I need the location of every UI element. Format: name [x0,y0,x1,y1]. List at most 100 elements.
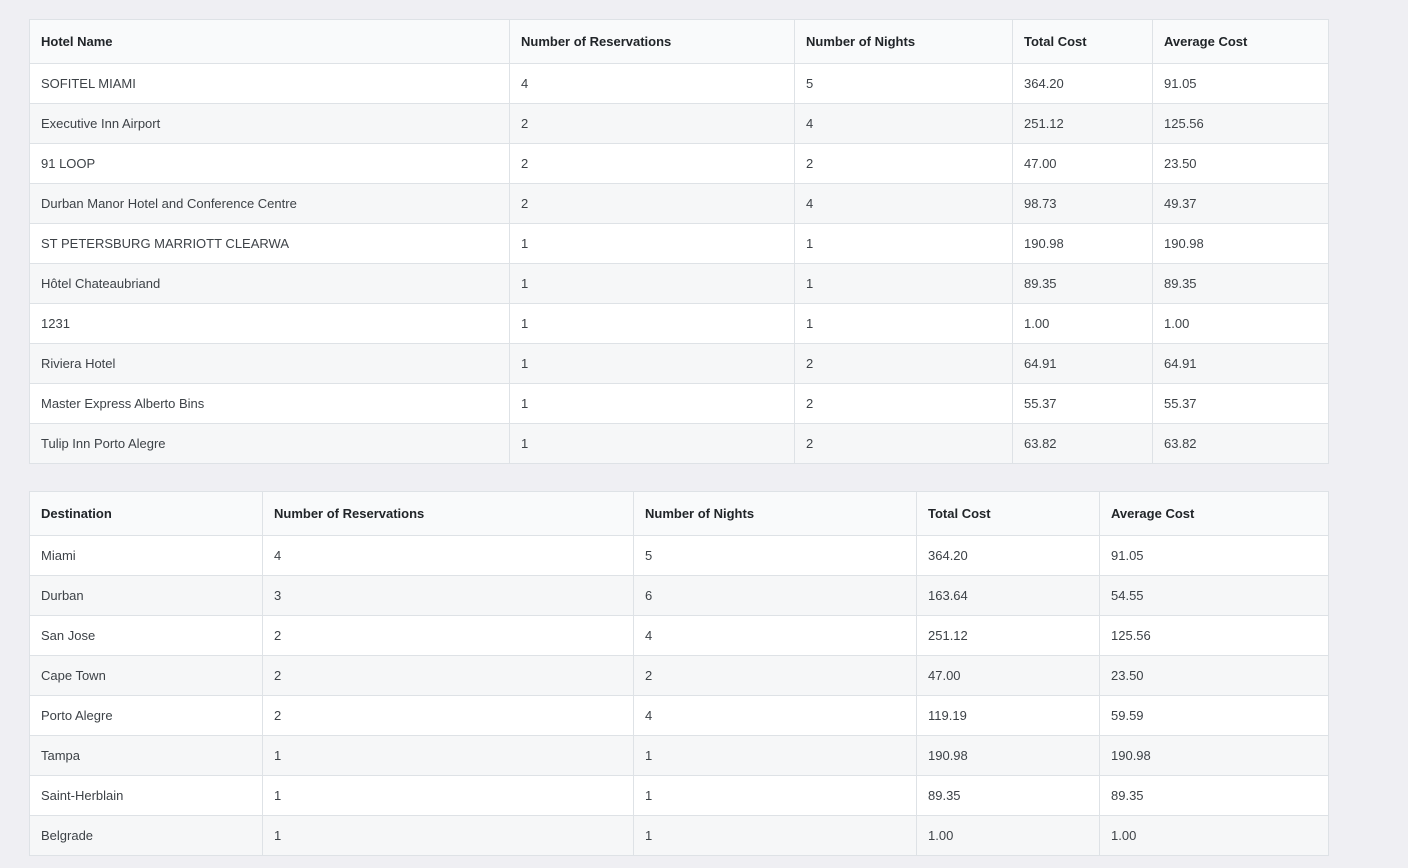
average-cost-cell: 190.98 [1099,735,1329,776]
average-cost-cell: 190.98 [1152,223,1329,264]
total-cost-cell: 89.35 [916,775,1100,816]
table-row: Master Express Alberto Bins 1 2 55.37 55… [29,383,1329,424]
total-cost-cell: 364.20 [1012,63,1153,104]
reservations-cell: 4 [509,63,795,104]
table-row: 91 LOOP 2 2 47.00 23.50 [29,143,1329,184]
total-cost-cell: 63.82 [1012,423,1153,464]
table-row: Riviera Hotel 1 2 64.91 64.91 [29,343,1329,384]
destination-cell: Porto Alegre [29,695,263,736]
table-row: 1231 1 1 1.00 1.00 [29,303,1329,344]
table-row: Miami 4 5 364.20 91.05 [29,535,1329,576]
average-cost-cell: 125.56 [1152,103,1329,144]
destination-cell: Belgrade [29,815,263,856]
nights-cell: 5 [794,63,1013,104]
nights-cell: 2 [794,383,1013,424]
destination-table-body: Miami 4 5 364.20 91.05 Durban 3 6 163.64… [29,535,1329,856]
average-cost-cell: 23.50 [1099,655,1329,696]
nights-cell: 5 [633,535,917,576]
reservations-cell: 4 [262,535,634,576]
nights-cell: 1 [794,263,1013,304]
hotel-name-cell: Riviera Hotel [29,343,510,384]
reservations-cell: 2 [262,655,634,696]
total-cost-cell: 251.12 [916,615,1100,656]
average-cost-cell: 89.35 [1099,775,1329,816]
destination-cell: Saint-Herblain [29,775,263,816]
header-row: Destination Number of Reservations Numbe… [29,491,1329,536]
hotel-name-cell: Executive Inn Airport [29,103,510,144]
hotel-name-cell: SOFITEL MIAMI [29,63,510,104]
nights-cell: 2 [633,655,917,696]
total-cost-cell: 55.37 [1012,383,1153,424]
column-header-total-cost[interactable]: Total Cost [916,491,1100,536]
table-row: San Jose 2 4 251.12 125.56 [29,615,1329,656]
reservations-cell: 1 [509,343,795,384]
average-cost-cell: 54.55 [1099,575,1329,616]
nights-cell: 4 [794,103,1013,144]
total-cost-cell: 47.00 [916,655,1100,696]
total-cost-cell: 251.12 [1012,103,1153,144]
column-header-total-cost[interactable]: Total Cost [1012,19,1153,64]
average-cost-cell: 59.59 [1099,695,1329,736]
average-cost-cell: 125.56 [1099,615,1329,656]
nights-cell: 2 [794,343,1013,384]
total-cost-cell: 364.20 [916,535,1100,576]
nights-cell: 4 [633,615,917,656]
hotel-name-cell: Tulip Inn Porto Alegre [29,423,510,464]
table-row: ST PETERSBURG MARRIOTT CLEARWA 1 1 190.9… [29,223,1329,264]
column-header-average-cost[interactable]: Average Cost [1152,19,1329,64]
table-row: Belgrade 1 1 1.00 1.00 [29,815,1329,856]
column-header-number-of-nights[interactable]: Number of Nights [633,491,917,536]
average-cost-cell: 55.37 [1152,383,1329,424]
destination-cell: Durban [29,575,263,616]
destination-table-header: Destination Number of Reservations Numbe… [29,491,1329,536]
destination-cell: Miami [29,535,263,576]
table-row: Durban Manor Hotel and Conference Centre… [29,183,1329,224]
reservations-cell: 2 [509,143,795,184]
table-row: SOFITEL MIAMI 4 5 364.20 91.05 [29,63,1329,104]
hotel-name-cell: Durban Manor Hotel and Conference Centre [29,183,510,224]
column-header-destination[interactable]: Destination [29,491,263,536]
nights-cell: 1 [633,815,917,856]
average-cost-cell: 91.05 [1099,535,1329,576]
table-row: Durban 3 6 163.64 54.55 [29,575,1329,616]
reservations-cell: 3 [262,575,634,616]
table-row: Tulip Inn Porto Alegre 1 2 63.82 63.82 [29,423,1329,464]
average-cost-cell: 1.00 [1099,815,1329,856]
total-cost-cell: 98.73 [1012,183,1153,224]
column-header-number-of-reservations[interactable]: Number of Reservations [509,19,795,64]
total-cost-cell: 64.91 [1012,343,1153,384]
reservations-cell: 1 [509,423,795,464]
reservations-cell: 1 [262,815,634,856]
reservations-cell: 1 [509,263,795,304]
table-row: Porto Alegre 2 4 119.19 59.59 [29,695,1329,736]
header-row: Hotel Name Number of Reservations Number… [29,19,1329,64]
hotel-name-cell: 1231 [29,303,510,344]
nights-cell: 6 [633,575,917,616]
hotel-report-table: Hotel Name Number of Reservations Number… [29,19,1329,464]
reservations-cell: 2 [262,695,634,736]
nights-cell: 1 [794,223,1013,264]
destination-cell: San Jose [29,615,263,656]
average-cost-cell: 64.91 [1152,343,1329,384]
hotel-name-cell: Master Express Alberto Bins [29,383,510,424]
destination-report-table: Destination Number of Reservations Numbe… [29,491,1329,856]
total-cost-cell: 163.64 [916,575,1100,616]
total-cost-cell: 1.00 [916,815,1100,856]
column-header-average-cost[interactable]: Average Cost [1099,491,1329,536]
column-header-number-of-nights[interactable]: Number of Nights [794,19,1013,64]
total-cost-cell: 190.98 [1012,223,1153,264]
nights-cell: 1 [794,303,1013,344]
table-row: Hôtel Chateaubriand 1 1 89.35 89.35 [29,263,1329,304]
table-row: Saint-Herblain 1 1 89.35 89.35 [29,775,1329,816]
column-header-number-of-reservations[interactable]: Number of Reservations [262,491,634,536]
average-cost-cell: 63.82 [1152,423,1329,464]
nights-cell: 2 [794,423,1013,464]
hotel-name-cell: 91 LOOP [29,143,510,184]
reservations-cell: 1 [509,223,795,264]
nights-cell: 1 [633,735,917,776]
reservations-cell: 1 [262,775,634,816]
table-row: Tampa 1 1 190.98 190.98 [29,735,1329,776]
hotel-table-header: Hotel Name Number of Reservations Number… [29,19,1329,64]
nights-cell: 2 [794,143,1013,184]
column-header-hotel-name[interactable]: Hotel Name [29,19,510,64]
